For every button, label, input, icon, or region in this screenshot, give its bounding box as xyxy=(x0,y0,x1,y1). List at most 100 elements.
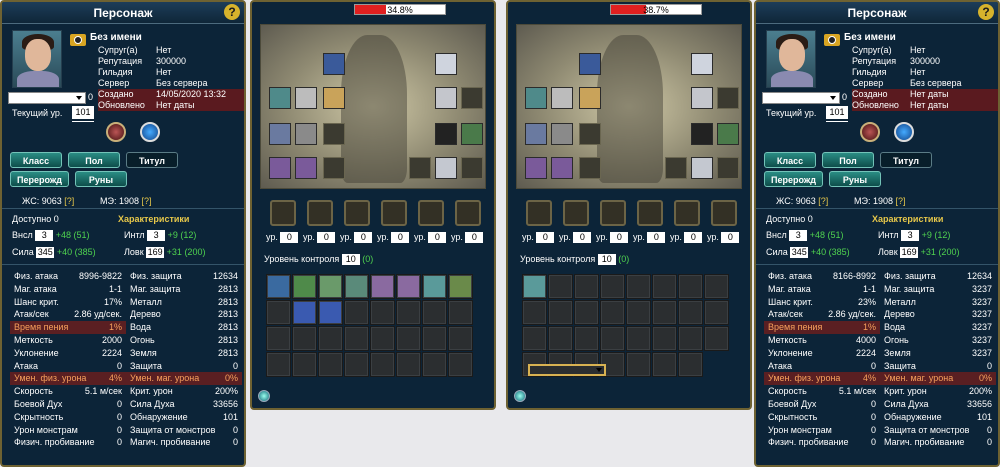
gem-level-input[interactable]: 0 xyxy=(610,232,629,244)
settings-orb-icon[interactable] xyxy=(258,390,270,402)
gem-level-input[interactable]: 0 xyxy=(391,232,410,244)
inventory-slot[interactable] xyxy=(292,352,317,377)
gem-slot[interactable] xyxy=(637,200,663,226)
equip-slot[interactable] xyxy=(551,123,573,145)
tab-title[interactable]: Титул xyxy=(880,152,932,168)
inventory-slot[interactable] xyxy=(292,274,317,299)
equip-slot[interactable] xyxy=(579,87,601,109)
equip-slot[interactable] xyxy=(551,157,573,179)
inventory-slot[interactable] xyxy=(522,274,547,299)
inventory-slot[interactable] xyxy=(626,300,651,325)
inventory-slot[interactable] xyxy=(344,300,369,325)
inventory-slot[interactable] xyxy=(396,274,421,299)
inventory-slot[interactable] xyxy=(266,352,291,377)
equip-slot[interactable] xyxy=(717,123,739,145)
gem-level-input[interactable]: 0 xyxy=(684,232,703,244)
inventory-slot[interactable] xyxy=(448,352,473,377)
gem-slot[interactable] xyxy=(270,200,296,226)
inventory-slot[interactable] xyxy=(292,300,317,325)
inventory-slot[interactable] xyxy=(422,300,447,325)
inventory-slot[interactable] xyxy=(422,352,447,377)
inventory-slot[interactable] xyxy=(370,326,395,351)
equip-slot[interactable] xyxy=(323,123,345,145)
equip-slot[interactable] xyxy=(323,157,345,179)
me-help[interactable]: [?] xyxy=(896,196,906,206)
js-help[interactable]: [?] xyxy=(64,196,74,206)
inventory-slot[interactable] xyxy=(528,364,606,376)
inventory-slot[interactable] xyxy=(318,274,343,299)
equip-slot[interactable] xyxy=(295,157,317,179)
gem-slot[interactable] xyxy=(526,200,552,226)
equip-slot[interactable] xyxy=(579,157,601,179)
gem-level-input[interactable]: 0 xyxy=(317,232,336,244)
class-select[interactable] xyxy=(762,92,840,104)
equip-slot[interactable] xyxy=(691,157,713,179)
inventory-slot[interactable] xyxy=(678,274,703,299)
js-help[interactable]: [?] xyxy=(818,196,828,206)
tab-gender[interactable]: Пол xyxy=(822,152,874,168)
inventory-slot[interactable] xyxy=(704,326,729,351)
tab-class[interactable]: Класс xyxy=(764,152,816,168)
camera-icon[interactable] xyxy=(824,34,840,46)
control-level-input[interactable]: 10 xyxy=(597,254,616,266)
control-level-input[interactable]: 10 xyxy=(341,254,360,266)
equip-slot[interactable] xyxy=(323,53,345,75)
spirit-orb-icon[interactable] xyxy=(140,122,160,142)
inventory-slot[interactable] xyxy=(422,274,447,299)
inventory-slot[interactable] xyxy=(548,326,573,351)
tab-class[interactable]: Класс xyxy=(10,152,62,168)
inventory-slot[interactable] xyxy=(652,326,677,351)
gem-level-input[interactable]: 0 xyxy=(354,232,373,244)
equip-slot[interactable] xyxy=(525,123,547,145)
class-select[interactable] xyxy=(8,92,86,104)
spirit-orb-icon[interactable] xyxy=(894,122,914,142)
gem-level-input[interactable]: 0 xyxy=(647,232,666,244)
equip-slot[interactable] xyxy=(691,87,713,109)
attr-input[interactable]: 3 xyxy=(35,230,54,242)
inventory-slot[interactable] xyxy=(548,300,573,325)
gem-level-input[interactable]: 0 xyxy=(428,232,447,244)
equip-slot[interactable] xyxy=(717,157,739,179)
inventory-slot[interactable] xyxy=(626,352,651,377)
equip-slot[interactable] xyxy=(691,123,713,145)
level-input[interactable]: 101 xyxy=(826,106,848,122)
inventory-slot[interactable] xyxy=(652,352,677,377)
attr-input[interactable]: 3 xyxy=(147,230,166,242)
inventory-slot[interactable] xyxy=(370,300,395,325)
equip-slot[interactable] xyxy=(409,157,431,179)
tab-title[interactable]: Титул xyxy=(126,152,178,168)
equip-slot[interactable] xyxy=(435,53,457,75)
gem-level-input[interactable]: 0 xyxy=(573,232,592,244)
equip-slot[interactable] xyxy=(295,87,317,109)
equip-slot[interactable] xyxy=(579,123,601,145)
inventory-slot[interactable] xyxy=(626,326,651,351)
inventory-slot[interactable] xyxy=(626,274,651,299)
gem-level-input[interactable]: 0 xyxy=(536,232,555,244)
me-help[interactable]: [?] xyxy=(142,196,152,206)
inventory-slot[interactable] xyxy=(396,300,421,325)
gem-slot[interactable] xyxy=(344,200,370,226)
equip-slot[interactable] xyxy=(461,157,483,179)
attr-input[interactable]: 3 xyxy=(789,230,808,242)
equip-slot[interactable] xyxy=(269,123,291,145)
inventory-slot[interactable] xyxy=(448,274,473,299)
equip-slot[interactable] xyxy=(435,157,457,179)
inventory-slot[interactable] xyxy=(448,300,473,325)
equip-slot[interactable] xyxy=(525,157,547,179)
attr-input[interactable]: 3 xyxy=(901,230,920,242)
inventory-slot[interactable] xyxy=(318,352,343,377)
attr-input[interactable]: 169 xyxy=(146,247,165,259)
equip-slot[interactable] xyxy=(525,87,547,109)
gem-slot[interactable] xyxy=(600,200,626,226)
gem-level-input[interactable]: 0 xyxy=(280,232,299,244)
faction-emblem-icon[interactable] xyxy=(106,122,126,142)
camera-icon[interactable] xyxy=(70,34,86,46)
inventory-slot[interactable] xyxy=(574,300,599,325)
equip-slot[interactable] xyxy=(579,53,601,75)
inventory-slot[interactable] xyxy=(548,274,573,299)
gem-slot[interactable] xyxy=(307,200,333,226)
inventory-slot[interactable] xyxy=(344,274,369,299)
faction-emblem-icon[interactable] xyxy=(860,122,880,142)
tab-rebirth[interactable]: Перерожд xyxy=(10,171,69,187)
inventory-slot[interactable] xyxy=(370,274,395,299)
